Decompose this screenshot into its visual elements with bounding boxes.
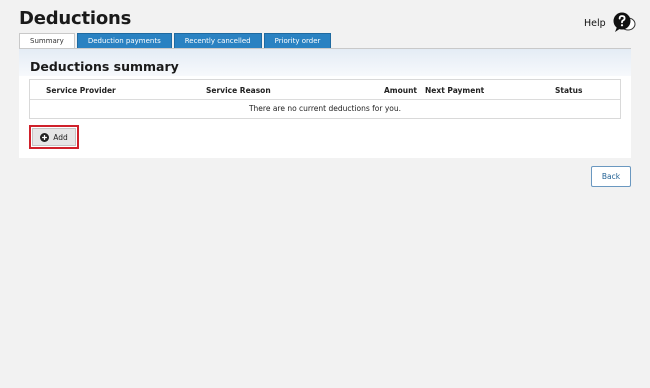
column-header-next-payment[interactable]: Next Payment [425,86,484,95]
column-header-service-provider[interactable]: Service Provider [46,86,116,95]
back-button[interactable]: Back [591,166,631,187]
help-link[interactable]: Help [584,11,637,35]
deductions-table: Service Provider Service Reason Amount N… [29,79,621,119]
help-speech-bubble-icon [613,12,636,32]
table-header: Service Provider Service Reason Amount N… [30,80,620,100]
add-button[interactable]: Add [32,128,76,146]
tab-recently-cancelled[interactable]: Recently cancelled [173,33,262,48]
help-label: Help [584,17,606,29]
deductions-summary-panel: Deductions summary Service Provider Serv… [19,49,631,158]
plus-circle-icon [40,132,50,142]
empty-table-message: There are no current deductions for you. [248,104,402,113]
tab-deduction-payments[interactable]: Deduction payments [76,33,172,48]
back-button-label: Back [601,172,621,181]
column-header-amount[interactable]: Amount [367,86,417,95]
section-title: Deductions summary [30,59,179,74]
page-title: Deductions [19,8,132,29]
tab-bar: Summary Deduction payments Recently canc… [19,33,332,49]
tab-priority-order[interactable]: Priority order [263,33,332,48]
add-button-label: Add [53,132,68,142]
tab-summary[interactable]: Summary [19,33,75,49]
column-header-service-reason[interactable]: Service Reason [206,86,271,95]
column-header-status[interactable]: Status [555,86,582,95]
